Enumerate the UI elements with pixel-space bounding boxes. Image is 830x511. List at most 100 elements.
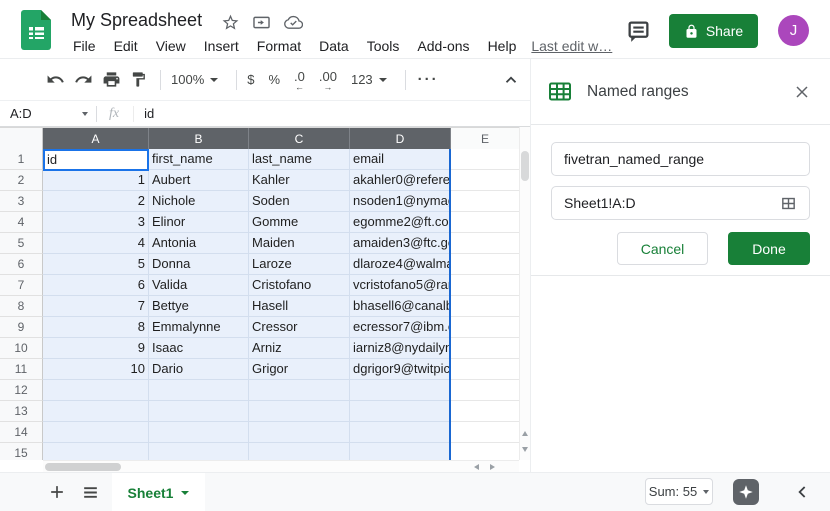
cell-C10[interactable]: Arniz	[249, 338, 350, 359]
menu-item-add-ons[interactable]: Add-ons	[408, 38, 478, 54]
cell-C11[interactable]: Grigor	[249, 359, 350, 380]
cell-E3[interactable]	[451, 191, 519, 212]
row-header-7[interactable]: 7	[0, 275, 43, 296]
cell-B1[interactable]: first_name	[149, 149, 249, 170]
cell-A11[interactable]: 10	[43, 359, 149, 380]
cell-D6[interactable]: dlaroze4@walmart.com	[350, 254, 451, 275]
sheet-tab-sheet1[interactable]: Sheet1	[112, 473, 205, 511]
cell-C4[interactable]: Gomme	[249, 212, 350, 233]
cell-B9[interactable]: Emmalynne	[149, 317, 249, 338]
column-header-c[interactable]: C	[249, 128, 350, 150]
cell-D9[interactable]: ecressor7@ibm.com	[350, 317, 451, 338]
cell-D3[interactable]: nsoden1@nymag.com	[350, 191, 451, 212]
row-header-10[interactable]: 10	[0, 338, 43, 359]
last-edit-link[interactable]: Last edit w…	[531, 38, 612, 54]
menu-item-tools[interactable]: Tools	[358, 38, 409, 54]
active-cell-a1[interactable]: id	[43, 149, 149, 171]
row-header-5[interactable]: 5	[0, 233, 43, 254]
cell-D11[interactable]: dgrigor9@twitpic.com	[350, 359, 451, 380]
row-header-4[interactable]: 4	[0, 212, 43, 233]
row-header-9[interactable]: 9	[0, 317, 43, 338]
explore-button[interactable]	[733, 479, 759, 505]
menu-item-help[interactable]: Help	[479, 38, 526, 54]
row-header-8[interactable]: 8	[0, 296, 43, 317]
vertical-scrollbar-thumb[interactable]	[521, 151, 529, 181]
cell-D1[interactable]: email	[350, 149, 451, 170]
all-sheets-menu-icon[interactable]	[77, 479, 103, 505]
menu-item-format[interactable]: Format	[248, 38, 310, 54]
menu-item-edit[interactable]: Edit	[105, 38, 147, 54]
column-header-a[interactable]: A	[43, 128, 149, 150]
menu-item-view[interactable]: View	[147, 38, 195, 54]
cell-B4[interactable]: Elinor	[149, 212, 249, 233]
cell-D8[interactable]: bhasell6@canalblog.com	[350, 296, 451, 317]
redo-icon[interactable]	[74, 70, 93, 89]
cell-D2[interactable]: akahler0@reference.com	[350, 170, 451, 191]
column-header-d[interactable]: D	[350, 128, 451, 150]
print-icon[interactable]	[102, 70, 121, 89]
cell-A2[interactable]: 1	[43, 170, 149, 191]
cell-E10[interactable]	[451, 338, 519, 359]
row-header-6[interactable]: 6	[0, 254, 43, 275]
cell-E5[interactable]	[451, 233, 519, 254]
cell-C8[interactable]: Hasell	[249, 296, 350, 317]
cell-E2[interactable]	[451, 170, 519, 191]
cell-E8[interactable]	[451, 296, 519, 317]
zoom-select[interactable]: 100%	[171, 72, 218, 87]
cell-D12[interactable]	[350, 380, 451, 401]
done-button[interactable]: Done	[728, 232, 810, 265]
select-all-corner[interactable]	[0, 128, 43, 150]
cell-E12[interactable]	[451, 380, 519, 401]
column-header-b[interactable]: B	[149, 128, 249, 150]
undo-icon[interactable]	[46, 70, 65, 89]
horizontal-scrollbar[interactable]	[43, 460, 519, 472]
menu-item-insert[interactable]: Insert	[195, 38, 248, 54]
cell-A6[interactable]: 5	[43, 254, 149, 275]
row-header-13[interactable]: 13	[0, 401, 43, 422]
cell-C14[interactable]	[249, 422, 350, 443]
cell-C2[interactable]: Kahler	[249, 170, 350, 191]
cell-A8[interactable]: 7	[43, 296, 149, 317]
cell-C5[interactable]: Maiden	[249, 233, 350, 254]
cell-B13[interactable]	[149, 401, 249, 422]
increase-decimal-button[interactable]: .00 →	[319, 69, 337, 90]
cell-E6[interactable]	[451, 254, 519, 275]
cell-E4[interactable]	[451, 212, 519, 233]
row-header-15[interactable]: 15	[0, 443, 43, 460]
scroll-left-icon[interactable]	[474, 464, 479, 470]
cell-B6[interactable]: Donna	[149, 254, 249, 275]
range-reference-input[interactable]: Sheet1!A:D	[551, 186, 810, 220]
cell-E13[interactable]	[451, 401, 519, 422]
cell-B3[interactable]: Nichole	[149, 191, 249, 212]
sum-indicator[interactable]: Sum: 55	[645, 478, 713, 505]
more-toolbar-button[interactable]: ···	[418, 71, 439, 88]
row-header-1[interactable]: 1	[0, 149, 43, 170]
select-data-range-icon[interactable]	[780, 195, 797, 212]
name-box[interactable]: A:D	[0, 106, 96, 121]
cancel-button[interactable]: Cancel	[617, 232, 708, 265]
paint-format-icon[interactable]	[130, 71, 147, 88]
cell-D7[interactable]: vcristofano5@rambler.ru	[350, 275, 451, 296]
cell-E1[interactable]	[451, 149, 519, 170]
formula-input[interactable]: id	[144, 106, 154, 121]
decrease-decimal-button[interactable]: .0 ←	[294, 69, 305, 90]
range-name-input[interactable]: fivetran_named_range	[551, 142, 810, 176]
cell-E14[interactable]	[451, 422, 519, 443]
cell-A15[interactable]	[43, 443, 149, 460]
more-formats-button[interactable]: 123	[351, 72, 387, 87]
horizontal-scrollbar-thumb[interactable]	[45, 463, 121, 471]
row-header-12[interactable]: 12	[0, 380, 43, 401]
star-icon[interactable]	[221, 13, 240, 32]
cell-E9[interactable]	[451, 317, 519, 338]
cell-D5[interactable]: amaiden3@ftc.gov	[350, 233, 451, 254]
cell-B11[interactable]: Dario	[149, 359, 249, 380]
cell-B7[interactable]: Valida	[149, 275, 249, 296]
hide-menus-icon[interactable]	[502, 71, 520, 89]
format-currency-button[interactable]: $	[247, 72, 254, 87]
format-percent-button[interactable]: %	[268, 72, 280, 87]
chevron-left-icon[interactable]	[793, 482, 813, 502]
cell-C7[interactable]: Cristofano	[249, 275, 350, 296]
avatar[interactable]: J	[778, 15, 809, 46]
share-button[interactable]: Share	[669, 14, 758, 48]
menu-item-data[interactable]: Data	[310, 38, 358, 54]
